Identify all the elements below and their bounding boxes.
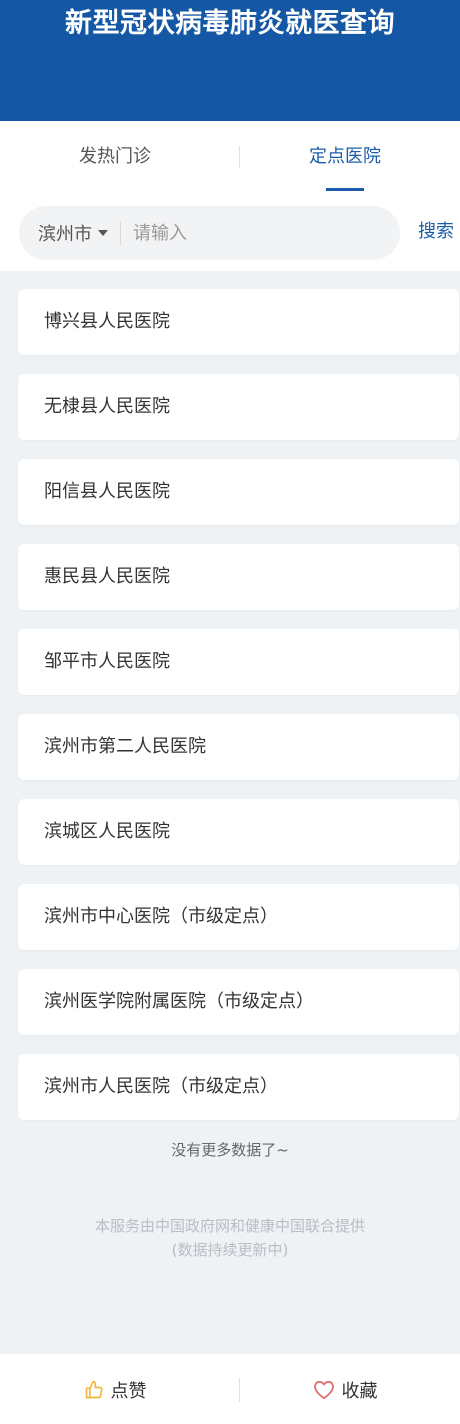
thumbs-up-icon [85, 1380, 103, 1399]
tab-fever-clinic[interactable]: 发热门诊 [0, 121, 230, 191]
list-item[interactable]: 滨州市人民医院（市级定点） [18, 1054, 459, 1120]
list-item[interactable]: 无棣县人民医院 [18, 374, 459, 440]
list-item[interactable]: 滨州市第二人民医院 [18, 714, 459, 780]
search-bar: 滨州市 搜索 [0, 191, 460, 271]
search-box: 滨州市 [19, 206, 400, 260]
list-item[interactable]: 滨州医学院附属医院（市级定点） [18, 969, 459, 1035]
like-button[interactable]: 点赞 [0, 1354, 230, 1424]
tab-bar: 发热门诊 定点医院 [0, 121, 460, 191]
bottom-divider [239, 1378, 240, 1402]
favorite-label: 收藏 [341, 1381, 378, 1402]
list-item[interactable]: 滨州市中心医院（市级定点） [18, 884, 459, 950]
header: 新型冠状病毒肺炎就医查询 [0, 0, 460, 121]
bottom-bar: 点赞 收藏 [0, 1354, 460, 1424]
city-label: 滨州市 [38, 224, 92, 245]
footer-note: 本服务由中国政府网和健康中国联合提供 (数据持续更新中) [0, 1214, 460, 1262]
like-label: 点赞 [110, 1381, 147, 1402]
list-item[interactable]: 博兴县人民医院 [18, 289, 459, 355]
list-item[interactable]: 惠民县人民医院 [18, 544, 459, 610]
tab-designated-hospital[interactable]: 定点医院 [230, 121, 460, 191]
search-button[interactable]: 搜索 [418, 217, 454, 243]
search-input[interactable] [121, 221, 375, 245]
tab-label: 发热门诊 [79, 146, 151, 167]
footer-note-line: (数据持续更新中) [171, 1241, 289, 1259]
caret-down-icon [98, 230, 108, 236]
page-title: 新型冠状病毒肺炎就医查询 [65, 8, 395, 39]
list-item[interactable]: 阳信县人民医院 [18, 459, 459, 525]
footer-note-line: 本服务由中国政府网和健康中国联合提供 [94, 1217, 365, 1235]
tab-label: 定点医院 [309, 146, 381, 167]
list-end-text: 没有更多数据了~ [171, 1141, 289, 1159]
hospital-list: 博兴县人民医院 无棣县人民医院 阳信县人民医院 惠民县人民医院 邹平市人民医院 … [0, 271, 460, 1120]
favorite-button[interactable]: 收藏 [230, 1354, 460, 1424]
list-item[interactable]: 邹平市人民医院 [18, 629, 459, 695]
city-dropdown[interactable]: 滨州市 [19, 206, 120, 260]
heart-icon [313, 1380, 334, 1400]
list-item[interactable]: 滨城区人民医院 [18, 799, 459, 865]
